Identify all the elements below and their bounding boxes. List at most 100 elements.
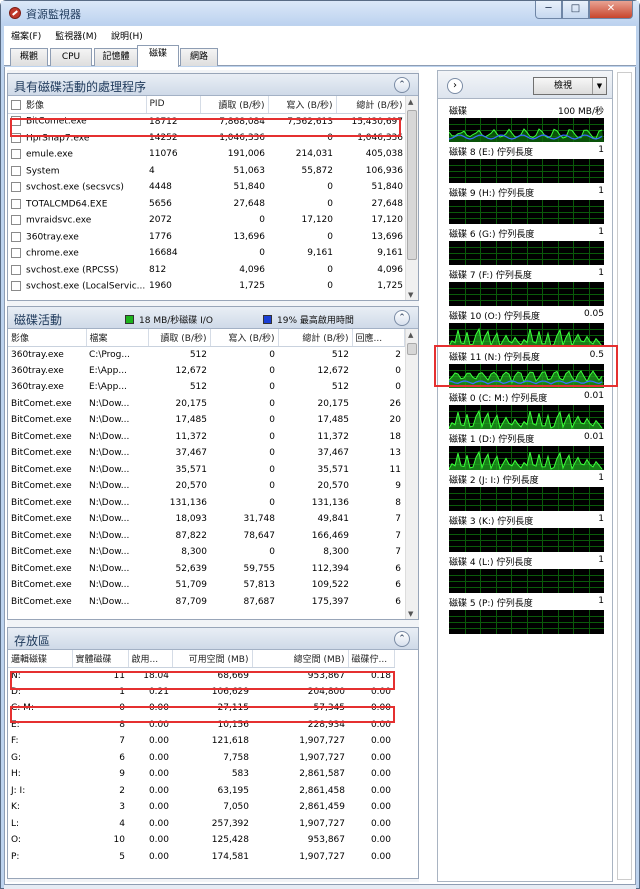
close-button[interactable]: ✕ [589,1,633,19]
table-row[interactable]: chrome.exe 16684 0 9,161 9,161 [8,245,406,262]
scroll-down-icon[interactable]: ▼ [408,291,413,299]
table-row[interactable]: TOTALCMD64.EXE 5656 27,648 0 27,648 [8,196,406,213]
disk-activity-panel-header[interactable]: 磁碟活動 18 MB/秒磁碟 I/O 19% 最高啟用時間 ⌃ [8,307,418,329]
table-row[interactable]: BitComet.exe N:\Dow... 11,372 0 11,372 18 [8,429,404,446]
table-row[interactable]: C: M: 0 0.00 27,115 57,345 0.00 [8,700,394,717]
table-row[interactable]: BitComet.exe N:\Dow... 18,093 31,748 49,841 7 [8,511,404,528]
table-row[interactable]: 360tray.exe 1776 13,696 0 13,696 [8,229,406,246]
row-checkbox[interactable] [11,215,21,225]
col-queue[interactable]: 磁碟佇... [348,650,395,668]
scroll-thumb[interactable] [407,110,417,260]
table-row[interactable]: svchost.exe (LocalServic... 1960 1,725 0 1,7… [8,278,406,295]
col-total-space[interactable]: 總空間 (MB) [252,650,349,668]
maximize-button[interactable]: □ [562,1,589,19]
row-checkbox[interactable] [11,132,21,143]
col-write[interactable]: 寫入 (B/秒) [268,96,337,114]
col-logical-disk[interactable]: 邏輯磁碟 [8,650,73,668]
col-write[interactable]: 寫入 (B/秒) [210,329,279,347]
table-row[interactable]: O: 10 0.00 125,428 953,867 0.00 [8,832,394,849]
view-dropdown[interactable]: 檢視 ▼ [533,77,607,95]
tab-network[interactable]: 網路 [180,48,218,66]
processes-panel-header[interactable]: 具有磁碟活動的處理程序 ⌃ [8,74,418,96]
table-row[interactable]: F: 7 0.00 121,618 1,907,727 0.00 [8,733,394,750]
row-checkbox[interactable] [11,182,21,192]
graph-scale: 1 [598,227,604,237]
table-row[interactable]: 360tray.exe C:\Prog... 512 0 512 2 [8,346,404,363]
col-image[interactable]: 影像 [8,329,87,347]
table-row[interactable]: HprSnap7.exe 14252 1,046,336 0 1,046,336 [8,130,406,147]
select-all-checkbox[interactable] [11,100,21,111]
table-row[interactable]: E: 8 0.00 10,156 228,934 0.00 [8,717,394,734]
table-row[interactable]: N: 11 18.04 68,669 953,867 0.18 [8,667,394,684]
row-checkbox[interactable] [11,264,21,275]
tab-overview[interactable]: 概觀 [10,48,48,66]
col-image[interactable]: 影像 [8,96,147,114]
row-checkbox[interactable] [11,281,21,291]
expand-chevron-icon[interactable]: › [447,78,463,94]
table-row[interactable]: 360tray.exe E:\App... 12,672 0 12,672 0 [8,363,404,380]
col-physical-disk[interactable]: 實體磁碟 [72,650,129,668]
table-row[interactable]: J: I: 2 0.00 63,195 2,861,458 0.00 [8,783,394,800]
table-row[interactable]: System 4 51,063 55,872 106,936 [8,163,406,180]
row-checkbox[interactable] [11,116,21,127]
graphs-scrollbar[interactable] [617,72,632,880]
table-row[interactable]: K: 3 0.00 7,050 2,861,459 0.00 [8,799,394,816]
table-row[interactable]: L: 4 0.00 257,392 1,907,727 0.00 [8,816,394,833]
table-row[interactable]: D: 1 0.21 106,629 204,800 0.00 [8,684,394,701]
row-checkbox[interactable] [11,248,21,258]
storage-panel-header[interactable]: 存放區 ⌃ [8,628,418,650]
table-row[interactable]: BitComet.exe N:\Dow... 20,175 0 20,175 26 [8,396,404,413]
table-row[interactable]: BitComet.exe N:\Dow... 17,485 0 17,485 20 [8,412,404,429]
tab-memory[interactable]: 記憶體 [94,48,138,66]
tab-cpu[interactable]: CPU [50,48,92,66]
row-checkbox[interactable] [11,198,21,209]
table-row[interactable]: P: 5 0.00 174,581 1,907,727 0.00 [8,849,394,866]
table-row[interactable]: BitComet.exe 18712 7,868,084 7,562,613 15,43… [8,113,406,130]
storage-panel-title: 存放區 [14,634,51,648]
processes-scrollbar[interactable]: ▲ ▼ [405,96,418,300]
row-checkbox[interactable] [11,231,21,242]
collapse-chevron-icon[interactable]: ⌃ [394,310,410,326]
table-row[interactable]: BitComet.exe N:\Dow... 37,467 0 37,467 13 [8,445,404,462]
col-file[interactable]: 檔案 [86,329,149,347]
scroll-up-icon[interactable]: ▲ [408,331,413,339]
title-bar[interactable]: 資源監視器 ─ □ ✕ [1,1,639,25]
table-row[interactable]: mvraidsvc.exe 2072 0 17,120 17,120 [8,212,406,229]
disk-activity-scrollbar[interactable]: ▲ ▼ [405,329,418,619]
menu-help[interactable]: 說明(H) [104,26,150,44]
table-row[interactable]: BitComet.exe N:\Dow... 8,300 0 8,300 7 [8,544,404,561]
table-row[interactable]: svchost.exe (RPCSS) 812 4,096 0 4,096 [8,262,406,279]
collapse-chevron-icon[interactable]: ⌃ [394,631,410,647]
table-row[interactable]: BitComet.exe N:\Dow... 35,571 0 35,571 11 [8,462,404,479]
col-free-space[interactable]: 可用空間 (MB) [172,650,253,668]
col-pid[interactable]: PID [146,96,201,114]
col-active[interactable]: 啟用... [128,650,173,668]
table-row[interactable]: svchost.exe (secsvcs) 4448 51,840 0 51,840 [8,179,406,196]
col-total[interactable]: 總計 (B/秒) [336,96,407,114]
scroll-up-icon[interactable]: ▲ [408,98,413,106]
collapse-chevron-icon[interactable]: ⌃ [394,77,410,93]
table-row[interactable]: BitComet.exe N:\Dow... 131,136 0 131,136 8 [8,495,404,512]
row-checkbox[interactable] [11,165,21,176]
table-row[interactable]: emule.exe 11076 191,006 214,031 405,038 [8,146,406,163]
scroll-down-icon[interactable]: ▼ [408,610,413,618]
scroll-thumb[interactable] [407,343,417,355]
table-row[interactable]: BitComet.exe N:\Dow... 87,822 78,647 166,469… [8,528,404,545]
menu-monitor[interactable]: 監視器(M) [48,26,104,44]
tab-disk[interactable]: 磁碟 [137,45,179,67]
table-row[interactable]: BitComet.exe N:\Dow... 52,639 59,755 112,394… [8,561,404,578]
minimize-button[interactable]: ─ [535,1,562,19]
row-checkbox[interactable] [11,149,21,159]
table-row[interactable]: BitComet.exe N:\Dow... 20,570 0 20,570 9 [8,478,404,495]
col-response[interactable]: 回應... [352,329,405,347]
col-read[interactable]: 讀取 (B/秒) [148,329,211,347]
table-row[interactable]: BitComet.exe N:\Dow... 87,709 87,687 175,397… [8,594,404,611]
col-read[interactable]: 讀取 (B/秒) [200,96,269,114]
cell-image: chrome.exe [8,245,146,262]
menu-file[interactable]: 檔案(F) [4,26,48,44]
table-row[interactable]: G: 6 0.00 7,758 1,907,727 0.00 [8,750,394,767]
col-total[interactable]: 總計 (B/秒) [278,329,353,347]
table-row[interactable]: BitComet.exe N:\Dow... 51,709 57,813 109,522… [8,577,404,594]
table-row[interactable]: 360tray.exe E:\App... 512 0 512 0 [8,379,404,396]
table-row[interactable]: H: 9 0.00 583 2,861,587 0.00 [8,766,394,783]
